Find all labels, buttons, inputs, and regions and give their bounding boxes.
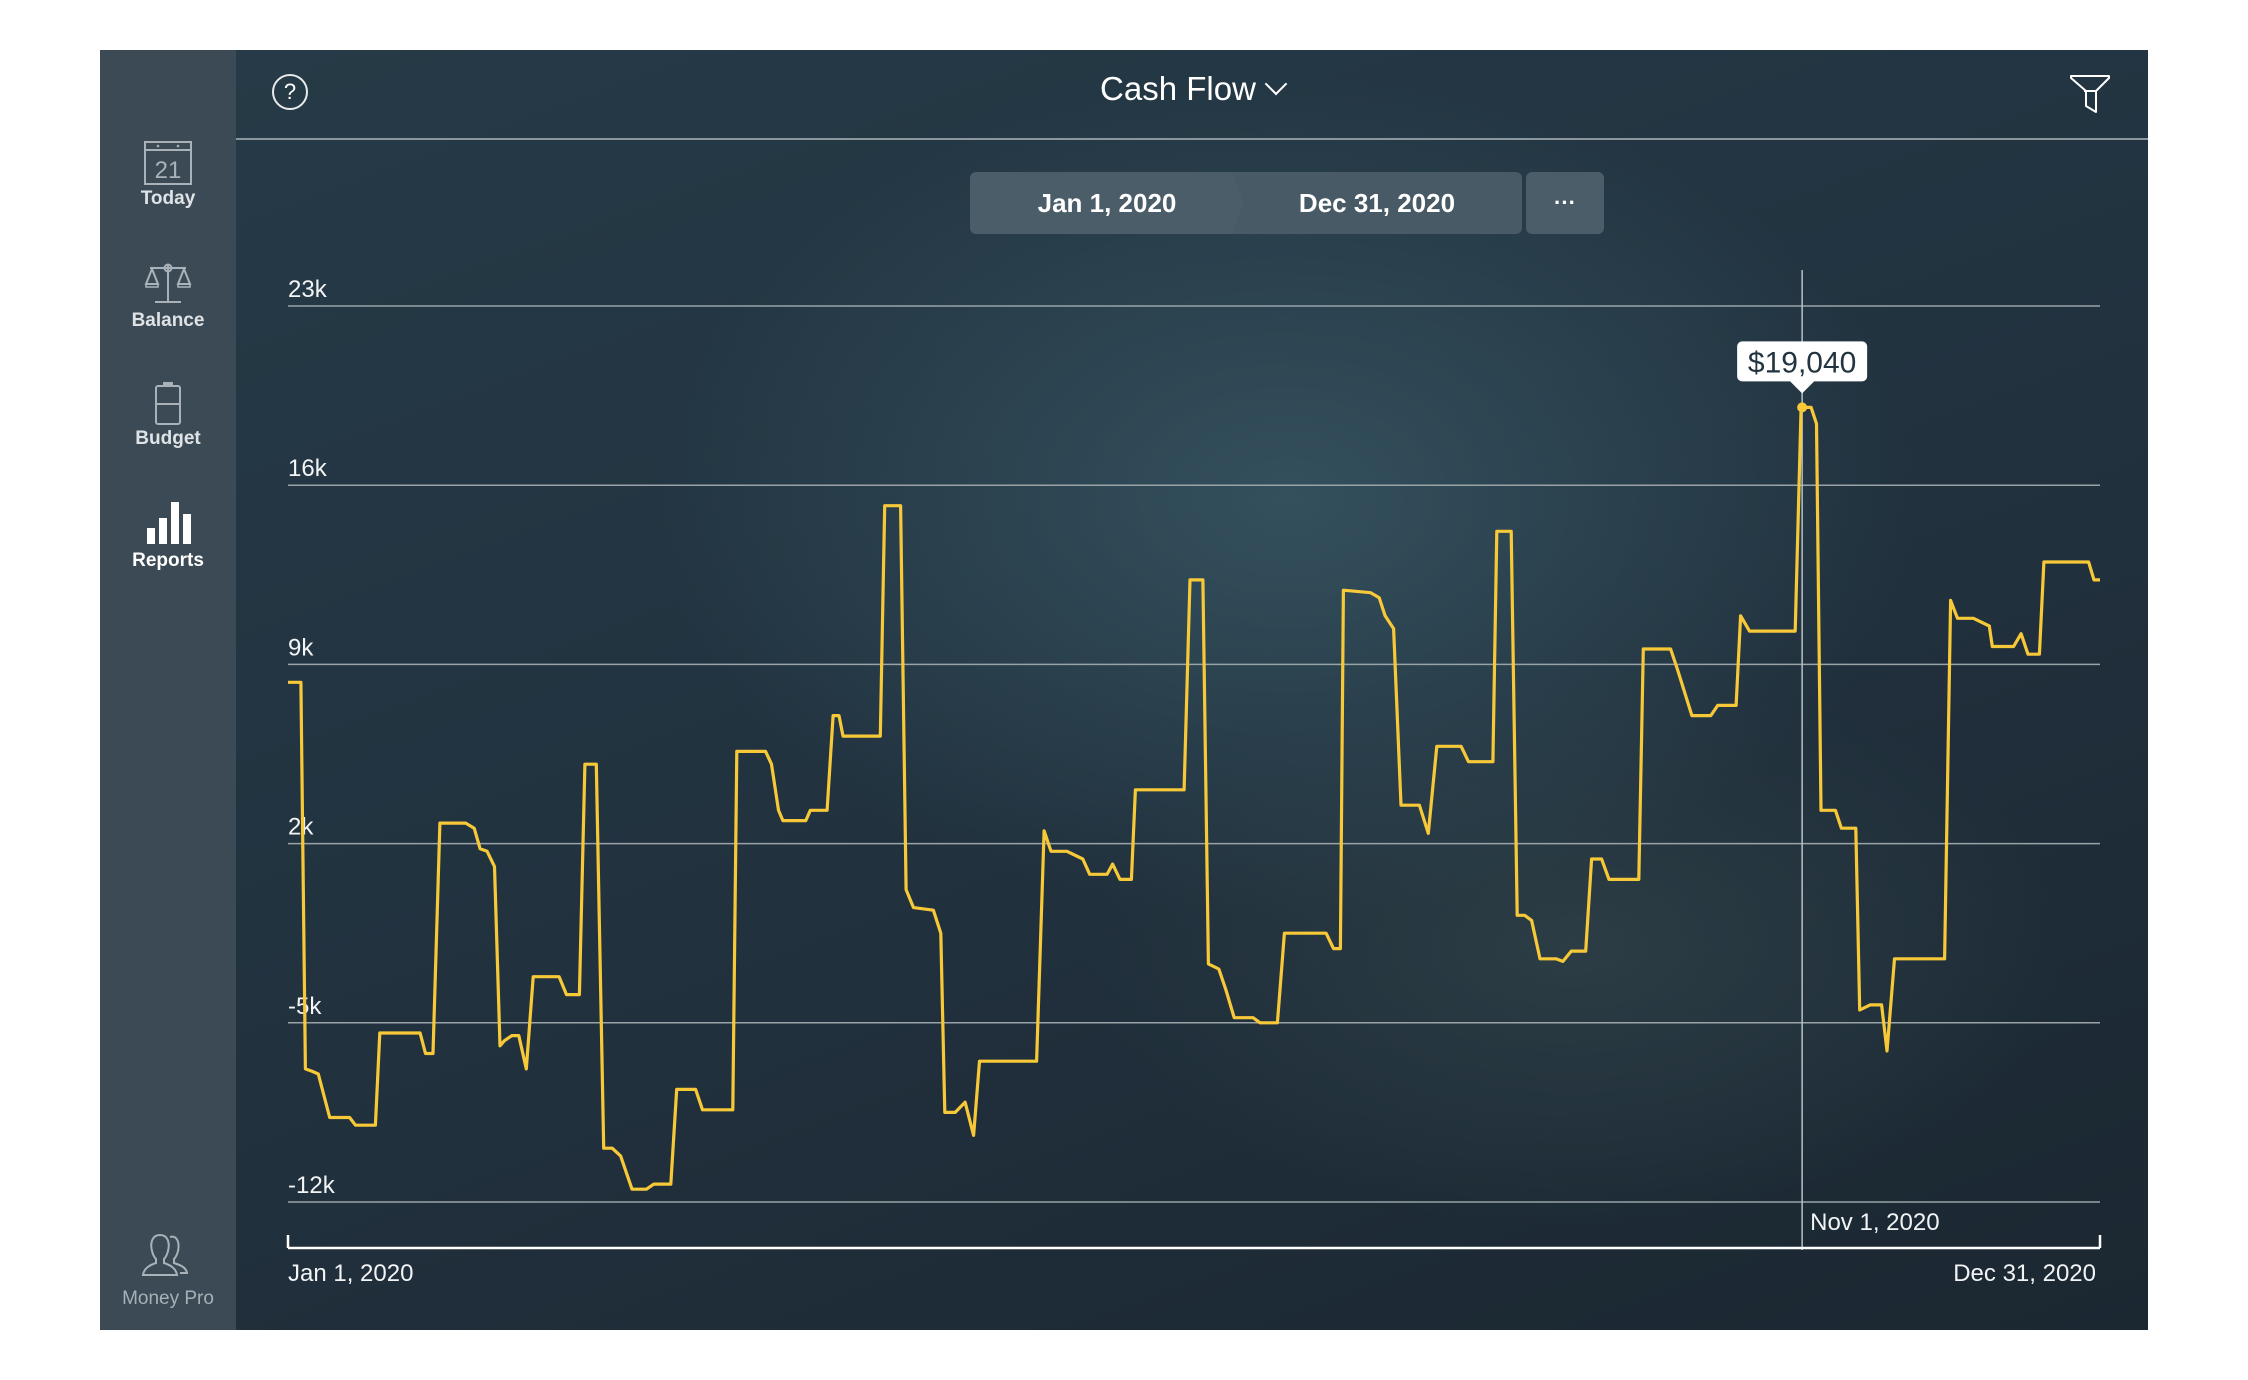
series-line-cash-flow xyxy=(288,405,2100,1191)
cursor-date-label: Nov 1, 2020 xyxy=(1810,1209,1939,1236)
timeline-axis[interactable] xyxy=(286,1235,2102,1250)
y-tick-label: 16k xyxy=(288,455,328,482)
cursor-point xyxy=(1797,402,1808,413)
cash-flow-chart[interactable]: 23k16k9k2k-5k-12k $19,040 Nov 1, 2020 Ja… xyxy=(100,50,2148,1330)
app-window: 21 Today Balance Budget Reports Money Pr… xyxy=(100,50,2148,1330)
tooltip-value: $19,040 xyxy=(1748,346,1856,379)
y-tick-label: 9k xyxy=(288,634,314,661)
y-axis-ticks: 23k16k9k2k-5k-12k xyxy=(288,276,336,1199)
value-tooltip: $19,040 xyxy=(1737,341,1868,394)
y-tick-label: -12k xyxy=(288,1172,336,1199)
x-axis-end-label: Dec 31, 2020 xyxy=(1953,1260,2096,1287)
gridlines xyxy=(288,305,2100,1203)
x-axis-start-label: Jan 1, 2020 xyxy=(288,1260,413,1287)
y-tick-label: 23k xyxy=(288,276,328,303)
